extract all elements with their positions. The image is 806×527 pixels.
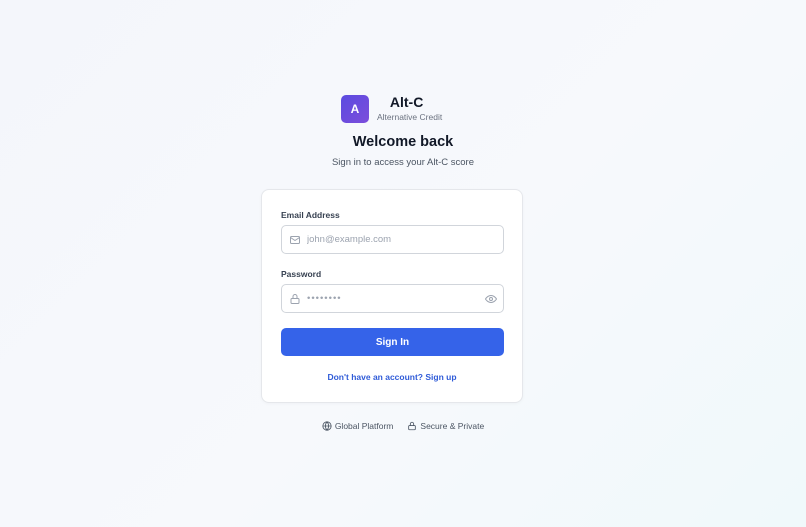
app-name: Alt-C	[389, 94, 424, 110]
sign-up-link[interactable]: Don't have an account? Sign up	[262, 372, 522, 382]
app-tagline: Alternative Credit	[377, 112, 443, 122]
eye-icon[interactable]	[485, 293, 497, 305]
password-input[interactable]	[307, 293, 477, 304]
page-subtitle: Sign in to access your Alt-C score	[331, 157, 475, 168]
email-input[interactable]	[307, 234, 477, 245]
lock-icon	[408, 421, 417, 431]
footer-item-global: Global Platform	[322, 421, 394, 431]
brand-header: A Alt-C Alternative Credit	[341, 94, 442, 123]
page-title: Welcome back	[352, 134, 454, 150]
sign-in-button[interactable]: Sign In	[281, 328, 504, 356]
email-field[interactable]	[281, 225, 504, 254]
footer-label-global: Global Platform	[334, 421, 394, 431]
footer: Global Platform Secure & Private	[0, 421, 806, 431]
logo-letter: A	[350, 101, 360, 116]
login-card: Email Address Password Sign In Don't hav…	[261, 189, 523, 403]
mail-icon	[289, 234, 301, 246]
password-field[interactable]	[281, 284, 504, 313]
lock-icon	[289, 293, 301, 305]
globe-icon	[322, 421, 332, 431]
brand-text: Alt-C Alternative Credit	[377, 94, 442, 123]
footer-label-secure: Secure & Private	[420, 421, 485, 431]
password-label: Password	[281, 269, 322, 279]
email-label: Email Address	[281, 210, 340, 220]
logo: A	[341, 94, 369, 123]
footer-item-secure: Secure & Private	[407, 421, 484, 431]
